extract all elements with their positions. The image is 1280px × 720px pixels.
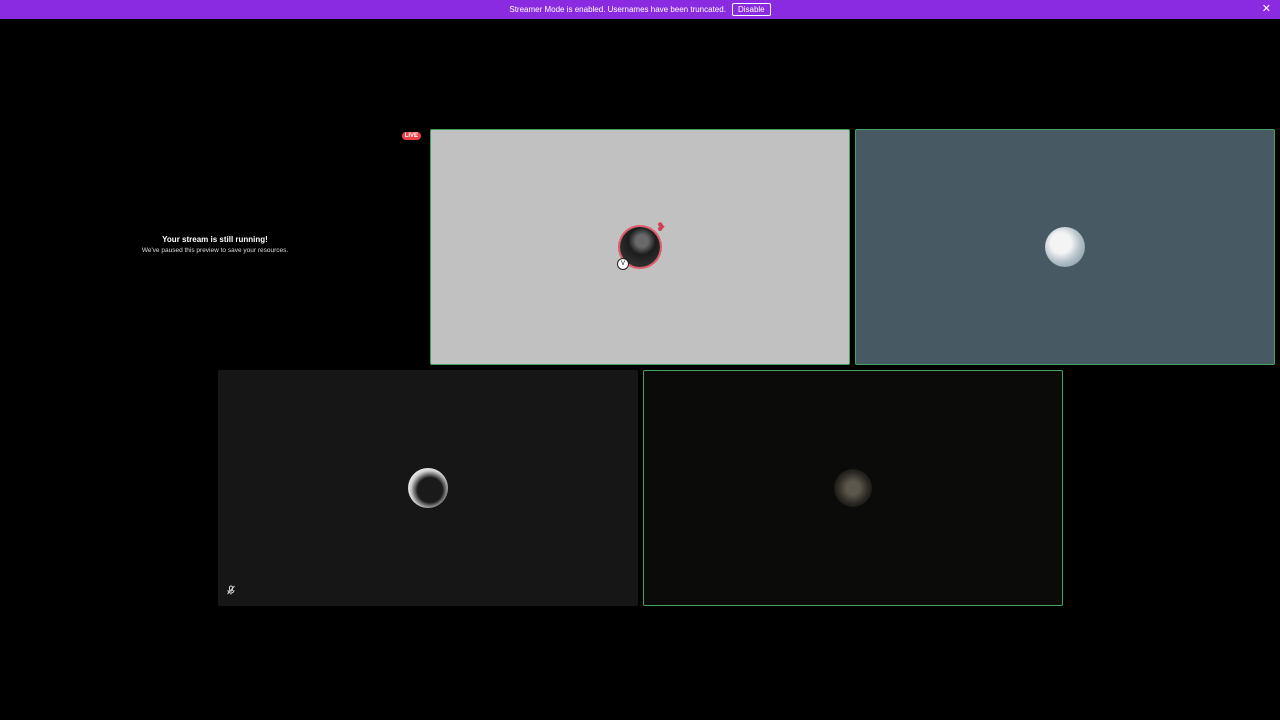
participant-tile[interactable]: ❥ V bbox=[430, 129, 850, 365]
close-icon[interactable]: ✕ bbox=[1262, 3, 1271, 15]
participant-tile[interactable] bbox=[855, 129, 1275, 365]
mic-muted-icon bbox=[225, 585, 237, 597]
notice-text: Streamer Mode is enabled. Usernames have… bbox=[509, 5, 726, 14]
avatar-icon bbox=[1045, 227, 1085, 267]
streamer-mode-notice: Streamer Mode is enabled. Usernames have… bbox=[0, 0, 1280, 19]
avatar-icon: ❥ V bbox=[617, 221, 666, 270]
stream-preview-tile[interactable]: LIVE Your stream is still running! We've… bbox=[5, 129, 425, 365]
avatar-icon bbox=[834, 469, 872, 507]
avatar-icon bbox=[408, 468, 448, 508]
disable-streamer-mode-button[interactable]: Disable bbox=[731, 3, 771, 16]
participant-tile[interactable] bbox=[643, 370, 1063, 606]
live-badge: LIVE bbox=[401, 132, 421, 140]
heart-decoration-icon: ❥ bbox=[655, 220, 666, 234]
paused-title: Your stream is still running! bbox=[162, 235, 268, 244]
status-icon: V bbox=[617, 258, 629, 270]
paused-message: Your stream is still running! We've paus… bbox=[5, 235, 425, 254]
paused-subtitle: We've paused this preview to save your r… bbox=[141, 247, 289, 254]
participant-tile[interactable] bbox=[218, 370, 638, 606]
voice-channel-grid: Streamer Mode is enabled. Usernames have… bbox=[0, 0, 1280, 720]
